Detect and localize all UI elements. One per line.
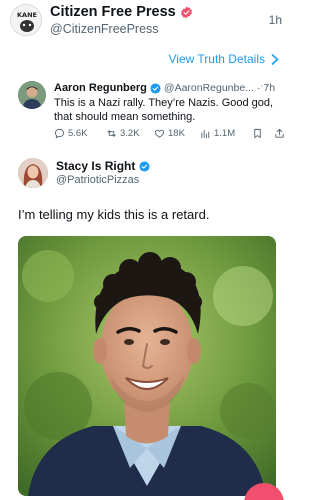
- account-name-row: Citizen Free Press: [50, 4, 193, 20]
- reply-text: I’m telling my kids this is a retard.: [18, 207, 210, 222]
- avatar[interactable]: KANE: [10, 4, 42, 36]
- like-count: 18K: [168, 128, 185, 139]
- reply-icon: [54, 128, 65, 139]
- truth-action-bar: 5.6K 3.2K 18K 1.1M: [54, 128, 288, 139]
- retruth-count: 3.2K: [120, 128, 140, 139]
- verified-badge-icon: [180, 6, 192, 18]
- views-chart-icon: [201, 129, 210, 139]
- view-truth-details-link[interactable]: View Truth Details: [169, 52, 280, 66]
- post-time: 1h: [268, 13, 282, 27]
- truth-author-avatar[interactable]: [18, 81, 46, 109]
- embedded-truth-card[interactable]: Aaron Regunberg @AaronRegunbe... · 7h ··…: [12, 78, 284, 152]
- view-truth-details-label: View Truth Details: [168, 52, 266, 66]
- reply-author-name[interactable]: Stacy Is Right: [56, 159, 135, 173]
- post-header: KANE Citizen Free Press @CitizenFreePres…: [0, 0, 293, 46]
- retruth-icon: [107, 130, 116, 137]
- like-button[interactable]: 18K: [154, 128, 200, 139]
- verified-badge-icon: [150, 82, 161, 94]
- reply-author: Stacy Is Right @PatrioticPizzas: [0, 155, 293, 195]
- bookmark-button[interactable]: [252, 128, 274, 139]
- attached-photo[interactable]: [18, 236, 276, 496]
- truth-author-handle[interactable]: @AaronRegunbe...: [164, 82, 254, 94]
- avatar-logo-text: KANE: [17, 11, 37, 19]
- more-options-icon[interactable]: ···: [260, 80, 274, 92]
- truth-author-row: Aaron Regunberg @AaronRegunbe... · 7h: [54, 82, 275, 94]
- chevron-right-icon: [271, 53, 279, 65]
- bookmark-icon: [254, 128, 261, 139]
- heart-icon: [154, 129, 165, 138]
- views-button[interactable]: 1.1M: [200, 128, 252, 139]
- truth-author-name[interactable]: Aaron Regunberg: [54, 82, 147, 94]
- share-button[interactable]: [274, 128, 288, 139]
- truth-text: This is a Nazi rally. They’re Nazis. Goo…: [54, 97, 274, 123]
- reply-author-name-row: Stacy Is Right: [56, 159, 150, 173]
- reply-button[interactable]: 5.6K: [54, 128, 106, 139]
- kane-logo-icon: KANE: [11, 5, 41, 35]
- view-count: 1.1M: [214, 128, 236, 139]
- reply-author-handle[interactable]: @PatrioticPizzas: [56, 174, 139, 186]
- share-icon: [275, 128, 284, 138]
- person-avatar-icon: [18, 81, 46, 109]
- account-name[interactable]: Citizen Free Press: [50, 4, 176, 20]
- verified-badge-icon: [139, 160, 150, 172]
- reply-author-avatar[interactable]: [18, 158, 48, 188]
- account-handle[interactable]: @CitizenFreePress: [50, 22, 159, 36]
- person-avatar-icon: [18, 158, 48, 188]
- retruth-button[interactable]: 3.2K: [106, 128, 154, 139]
- reply-count: 5.6K: [68, 128, 88, 139]
- portrait-image: [18, 236, 276, 496]
